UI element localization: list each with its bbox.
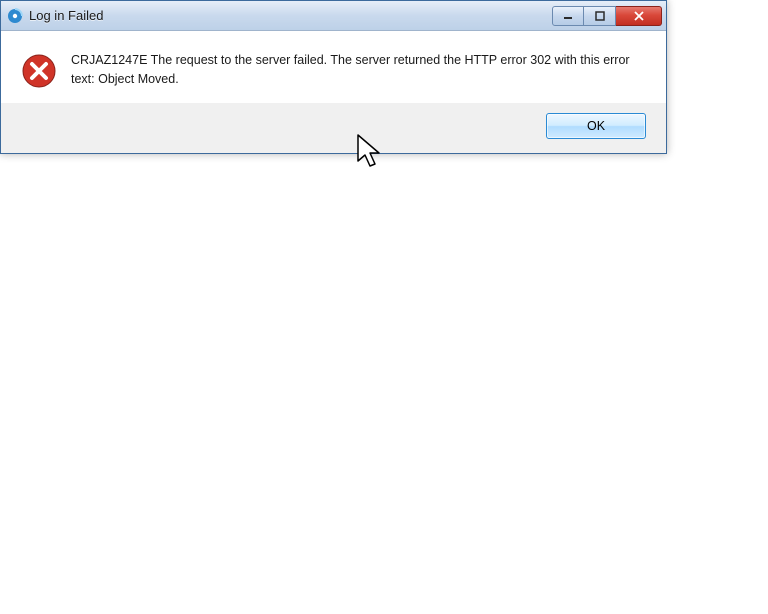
error-message: CRJAZ1247E The request to the server fai… (71, 51, 646, 89)
error-dialog: Log in Failed CRJAZ1247E The request to … (0, 0, 667, 154)
close-button[interactable] (616, 6, 662, 26)
dialog-body: CRJAZ1247E The request to the server fai… (1, 31, 666, 103)
app-icon (7, 8, 23, 24)
titlebar[interactable]: Log in Failed (1, 1, 666, 31)
error-icon (21, 53, 57, 89)
ok-button[interactable]: OK (546, 113, 646, 139)
button-row: OK (1, 103, 666, 153)
maximize-button[interactable] (584, 6, 616, 26)
window-controls (552, 6, 662, 26)
dialog-title: Log in Failed (29, 8, 552, 23)
minimize-button[interactable] (552, 6, 584, 26)
